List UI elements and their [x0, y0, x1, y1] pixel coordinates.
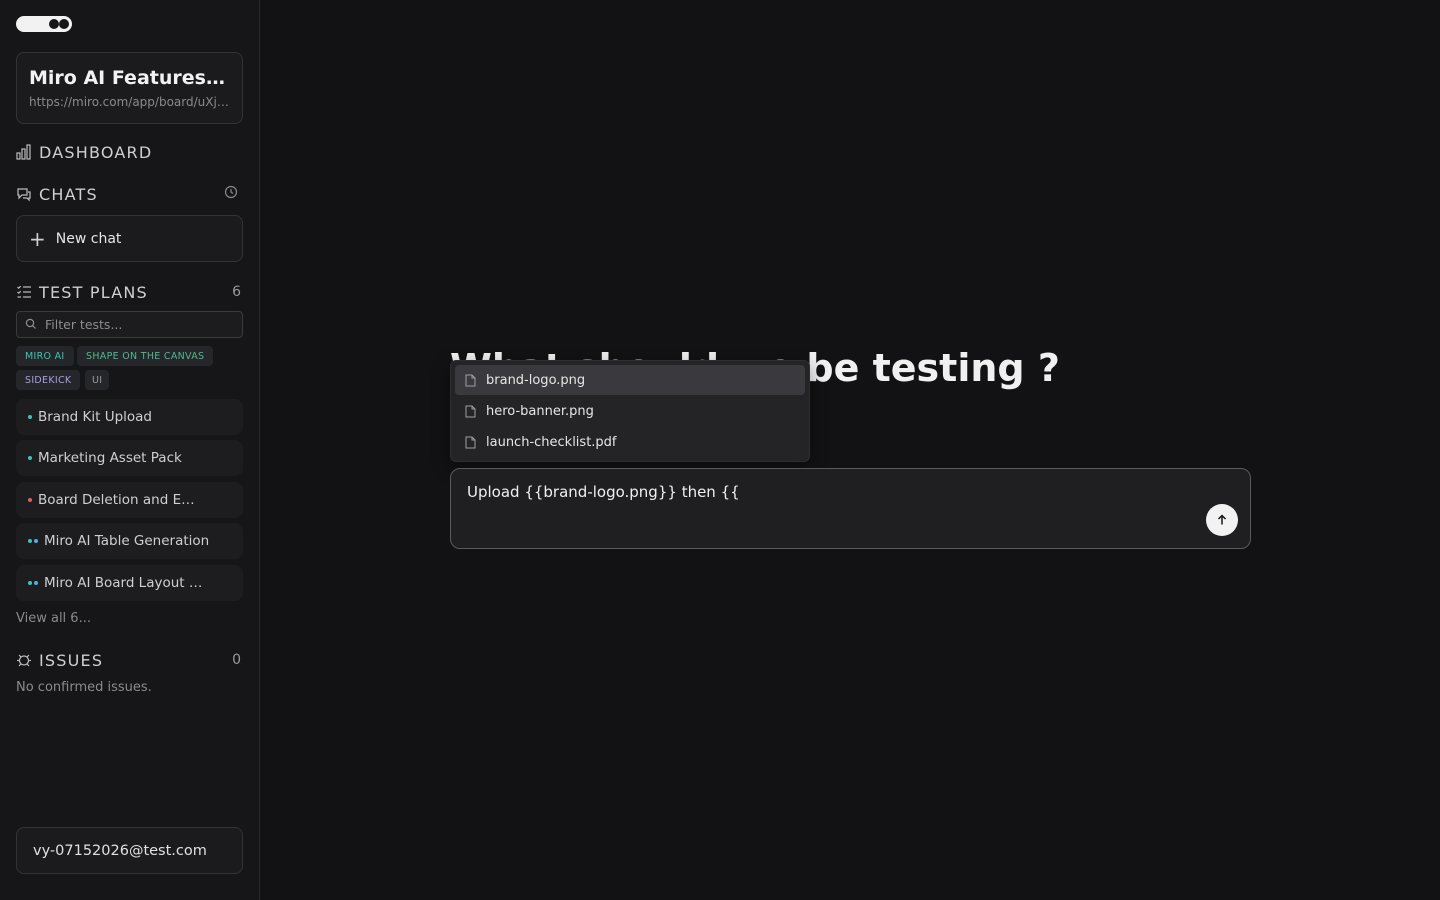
- tag-label: SHAPE ON THE CANVAS: [86, 350, 205, 362]
- bar-chart-icon: [16, 144, 32, 160]
- toggle-knob: [59, 19, 69, 29]
- file-icon: [465, 405, 476, 418]
- new-chat-label: New chat: [55, 230, 122, 247]
- test-item[interactable]: Board Deletion and Empty State: [16, 482, 243, 518]
- file-suggestion-label: launch-checklist.pdf: [486, 434, 617, 450]
- arrow-up-icon: [1216, 511, 1228, 530]
- file-suggestion-item[interactable]: brand-logo.png: [455, 365, 805, 395]
- test-item[interactable]: Marketing Asset Pack: [16, 440, 243, 476]
- board-title: Miro AI Features Regression: [29, 67, 230, 89]
- new-chat-button[interactable]: + New chat: [16, 215, 243, 262]
- tag-shape-on-the-canvas[interactable]: SHAPE ON THE CANVAS: [77, 346, 214, 366]
- tag-label: SIDEKICK: [25, 374, 72, 386]
- view-all-tests-link[interactable]: View all 6...: [16, 611, 91, 626]
- test-item[interactable]: Miro AI Board Layout Generation: [16, 565, 243, 601]
- composer-text[interactable]: Upload {{brand-logo.png}} then {{: [467, 483, 1234, 501]
- user-account[interactable]: vy-07152026@test.com: [16, 827, 243, 874]
- tag-label: MIRO AI: [25, 350, 65, 362]
- board-card[interactable]: Miro AI Features Regression https://miro…: [16, 52, 243, 124]
- file-suggestion-label: brand-logo.png: [486, 372, 586, 388]
- tag-ui[interactable]: UI: [85, 370, 110, 390]
- test-item[interactable]: Brand Kit Upload: [16, 399, 243, 435]
- no-issues-text: No confirmed issues.: [16, 680, 152, 695]
- sidebar: Miro AI Features Regression https://miro…: [0, 0, 260, 900]
- file-icon: [465, 374, 476, 387]
- app-logo-toggle[interactable]: [16, 16, 72, 32]
- file-suggestion-label: hero-banner.png: [486, 403, 594, 419]
- test-item-label: Board Deletion and Empty State: [38, 492, 206, 508]
- plus-icon: +: [29, 226, 46, 251]
- chats-label: CHATS: [39, 184, 98, 204]
- user-email: vy-07152026@test.com: [33, 842, 207, 859]
- tag-sidekick[interactable]: SIDEKICK: [16, 370, 81, 390]
- test-item-label: Marketing Asset Pack: [38, 450, 182, 466]
- test-item-label: Miro AI Board Layout Generation: [44, 575, 212, 591]
- nav-chats[interactable]: CHATS: [16, 182, 243, 206]
- tag-miro-ai[interactable]: MIRO AI: [16, 346, 74, 366]
- status-dots: [28, 539, 38, 543]
- file-icon: [465, 436, 476, 449]
- nav-dashboard[interactable]: DASHBOARD: [16, 140, 243, 164]
- test-item-label: Miro AI Table Generation: [44, 533, 210, 549]
- tag-label: UI: [92, 374, 103, 386]
- chat-bubble-icon: [16, 186, 32, 202]
- send-button[interactable]: [1206, 504, 1238, 536]
- dashboard-label: DASHBOARD: [39, 142, 153, 162]
- nav-issues[interactable]: ISSUES 0: [16, 648, 243, 672]
- chat-composer[interactable]: Upload {{brand-logo.png}} then {{: [450, 468, 1251, 549]
- test-plans-count: 6: [232, 284, 241, 300]
- filter-tests-input[interactable]: [43, 316, 233, 333]
- toggle-knob: [49, 19, 59, 29]
- history-icon[interactable]: [224, 185, 238, 203]
- nav-test-plans[interactable]: TEST PLANS 6: [16, 280, 243, 304]
- main-area: What should we be testing ? brand-logo.p…: [260, 0, 1440, 900]
- status-dots: [28, 498, 32, 502]
- board-url: https://miro.com/app/board/uXjVJ-example…: [29, 95, 230, 109]
- filter-tests-field[interactable]: [16, 311, 243, 338]
- issues-count: 0: [232, 652, 241, 668]
- status-dots: [28, 581, 38, 585]
- checklist-icon: [16, 284, 32, 300]
- file-suggestion-dropdown: brand-logo.png hero-banner.png launch-ch…: [450, 360, 810, 462]
- status-dots: [28, 456, 32, 460]
- test-item[interactable]: Miro AI Table Generation: [16, 523, 243, 559]
- status-dots: [28, 415, 32, 419]
- bug-icon: [16, 652, 32, 668]
- test-item-label: Brand Kit Upload: [38, 409, 152, 425]
- search-icon: [25, 315, 37, 334]
- file-suggestion-item[interactable]: hero-banner.png: [455, 396, 805, 426]
- file-suggestion-item[interactable]: launch-checklist.pdf: [455, 427, 805, 457]
- test-plans-label: TEST PLANS: [39, 282, 148, 302]
- issues-label: ISSUES: [39, 650, 104, 670]
